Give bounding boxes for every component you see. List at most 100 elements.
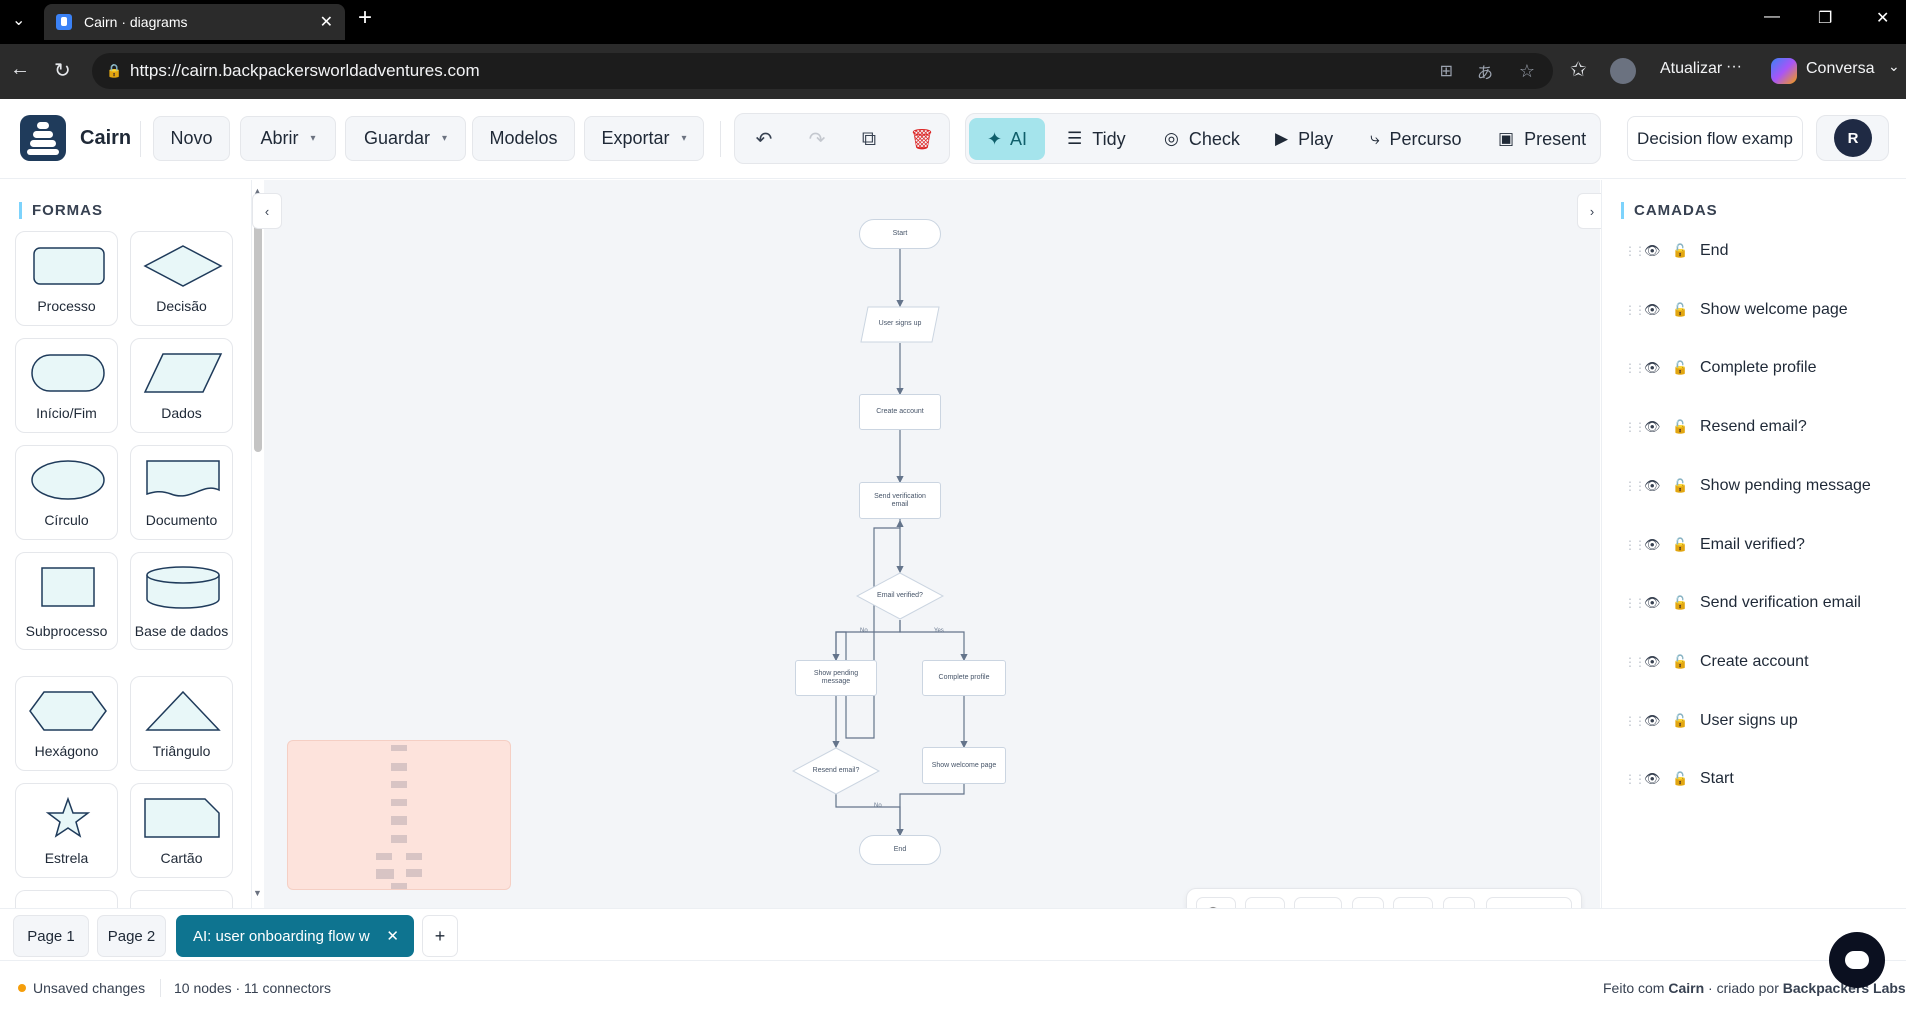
node-show-welcome-page[interactable]: Show welcome page — [922, 747, 1006, 784]
delete-icon[interactable]: 🗑 — [902, 119, 942, 159]
shape-card[interactable]: Cartão — [130, 783, 233, 878]
layer-item[interactable]: ⋮⋮ 👁 🔓 Show welcome page — [1624, 298, 1848, 322]
minimap[interactable] — [287, 740, 511, 890]
drag-handle-icon[interactable]: ⋮⋮ — [1624, 538, 1646, 552]
account-button[interactable]: R — [1816, 115, 1889, 161]
drag-handle-icon[interactable]: ⋮⋮ — [1624, 244, 1646, 258]
shape-subprocess[interactable]: Subprocesso — [15, 552, 118, 650]
diagram-canvas[interactable]: ‹ › Start User signs up Create account S… — [252, 180, 1607, 942]
layer-item[interactable]: ⋮⋮ 👁 🔓 User signs up — [1624, 709, 1798, 733]
scrollbar-thumb[interactable] — [254, 224, 262, 452]
update-button[interactable]: Atualizar — [1660, 60, 1722, 78]
save-button[interactable]: Guardar ▾ — [345, 116, 466, 161]
drag-handle-icon[interactable]: ⋮⋮ — [1624, 772, 1646, 786]
play-button[interactable]: ▶ Play — [1275, 119, 1333, 159]
layer-item[interactable]: ⋮⋮ 👁 🔓 Send verification email — [1624, 591, 1861, 615]
browser-tab[interactable]: Cairn · diagrams ✕ — [44, 4, 345, 40]
path-button[interactable]: ⤷ Percurso — [1370, 119, 1462, 159]
restore-icon[interactable]: ❐ — [1818, 8, 1832, 28]
shape-partial[interactable] — [130, 890, 233, 908]
drag-handle-icon[interactable]: ⋮⋮ — [1624, 361, 1646, 375]
templates-button[interactable]: Modelos — [472, 116, 575, 161]
undo-icon[interactable]: ↶ — [744, 119, 784, 159]
tab-list-icon[interactable]: ⌄ — [12, 10, 25, 30]
window-close-icon[interactable]: ✕ — [1876, 8, 1889, 28]
site-info-icon[interactable]: 🔒 — [106, 63, 122, 79]
node-end[interactable]: End — [859, 835, 941, 865]
shape-document[interactable]: Documento — [130, 445, 233, 540]
redo-icon[interactable]: ↷ — [797, 119, 837, 159]
more-menu-icon[interactable]: ··· — [1726, 58, 1742, 76]
visibility-eye-icon[interactable]: 👁 — [1644, 595, 1672, 611]
shape-hexagon[interactable]: Hexágono — [15, 676, 118, 771]
app-available-icon[interactable]: ⊞ — [1440, 61, 1453, 81]
layer-item[interactable]: ⋮⋮ 👁 🔓 End — [1624, 239, 1728, 263]
layer-item[interactable]: ⋮⋮ 👁 🔓 Start — [1624, 767, 1734, 791]
copilot-label[interactable]: Conversa — [1806, 60, 1874, 78]
node-start[interactable]: Start — [859, 219, 941, 249]
duplicate-icon[interactable]: ⧉ — [849, 119, 889, 159]
shapes-scrollbar[interactable]: ▲ ▼ — [252, 186, 264, 900]
shape-process[interactable]: Processo — [15, 231, 118, 326]
visibility-eye-icon[interactable]: 👁 — [1644, 360, 1672, 376]
shape-data[interactable]: Dados — [130, 338, 233, 433]
profile-avatar[interactable] — [1610, 58, 1636, 84]
layer-item[interactable]: ⋮⋮ 👁 🔓 Resend email? — [1624, 415, 1807, 439]
visibility-eye-icon[interactable]: 👁 — [1644, 771, 1672, 787]
export-button[interactable]: Exportar ▾ — [584, 116, 704, 161]
visibility-eye-icon[interactable]: 👁 — [1644, 243, 1672, 259]
layer-item[interactable]: ⋮⋮ 👁 🔓 Show pending message — [1624, 474, 1871, 498]
lock-open-icon[interactable]: 🔓 — [1672, 243, 1700, 259]
layer-item[interactable]: ⋮⋮ 👁 🔓 Complete profile — [1624, 356, 1817, 380]
refresh-icon[interactable]: ↻ — [54, 58, 71, 83]
shape-star[interactable]: Estrela — [15, 783, 118, 878]
lock-open-icon[interactable]: 🔓 — [1672, 595, 1700, 611]
drag-handle-icon[interactable]: ⋮⋮ — [1624, 714, 1646, 728]
visibility-eye-icon[interactable]: 👁 — [1644, 302, 1672, 318]
favorites-icon[interactable]: ✩ — [1570, 57, 1587, 82]
translate-icon[interactable]: あ — [1477, 59, 1493, 83]
node-resend-email[interactable]: Resend email? — [792, 747, 880, 795]
visibility-eye-icon[interactable]: 👁 — [1644, 478, 1672, 494]
shape-start-end[interactable]: Início/Fim — [15, 338, 118, 433]
node-send-verification-email[interactable]: Send verification email — [859, 482, 941, 519]
lock-open-icon[interactable]: 🔓 — [1672, 419, 1700, 435]
open-button[interactable]: Abrir ▾ — [240, 116, 336, 161]
page-tab-active[interactable]: AI: user onboarding flow w ✕ — [176, 915, 414, 957]
lock-open-icon[interactable]: 🔓 — [1672, 360, 1700, 376]
layer-item[interactable]: ⋮⋮ 👁 🔓 Create account — [1624, 650, 1809, 674]
lock-open-icon[interactable]: 🔓 — [1672, 537, 1700, 553]
node-user-signs-up[interactable]: User signs up — [860, 306, 940, 343]
lock-open-icon[interactable]: 🔓 — [1672, 713, 1700, 729]
new-tab-icon[interactable]: + — [358, 4, 372, 32]
ai-button[interactable]: ✦ AI — [969, 118, 1045, 160]
lock-open-icon[interactable]: 🔓 — [1672, 478, 1700, 494]
url-field[interactable]: 🔒 https://cairn.backpackersworldadventur… — [92, 53, 1553, 89]
present-button[interactable]: ▣ Present — [1498, 119, 1586, 159]
close-tab-icon[interactable]: ✕ — [320, 12, 333, 32]
lock-open-icon[interactable]: 🔓 — [1672, 302, 1700, 318]
drag-handle-icon[interactable]: ⋮⋮ — [1624, 655, 1646, 669]
drag-handle-icon[interactable]: ⋮⋮ — [1624, 420, 1646, 434]
lock-open-icon[interactable]: 🔓 — [1672, 654, 1700, 670]
visibility-eye-icon[interactable]: 👁 — [1644, 419, 1672, 435]
visibility-eye-icon[interactable]: 👁 — [1644, 537, 1672, 553]
shape-triangle[interactable]: Triângulo — [130, 676, 233, 771]
close-page-icon[interactable]: ✕ — [386, 927, 399, 945]
minimize-icon[interactable]: — — [1764, 8, 1780, 26]
node-email-verified[interactable]: Email verified? — [856, 572, 944, 620]
page-tab-2[interactable]: Page 2 — [97, 915, 166, 957]
visibility-eye-icon[interactable]: 👁 — [1644, 654, 1672, 670]
shape-decision[interactable]: Decisão — [130, 231, 233, 326]
shape-circle[interactable]: Círculo — [15, 445, 118, 540]
node-show-pending-message[interactable]: Show pending message — [795, 660, 877, 696]
new-button[interactable]: Novo — [153, 116, 230, 161]
page-tab-1[interactable]: Page 1 — [13, 915, 89, 957]
drag-handle-icon[interactable]: ⋮⋮ — [1624, 303, 1646, 317]
layer-item[interactable]: ⋮⋮ 👁 🔓 Email verified? — [1624, 533, 1805, 557]
visibility-eye-icon[interactable]: 👁 — [1644, 713, 1672, 729]
node-complete-profile[interactable]: Complete profile — [922, 660, 1006, 696]
drag-handle-icon[interactable]: ⋮⋮ — [1624, 479, 1646, 493]
add-page-button[interactable]: + — [422, 915, 458, 957]
chat-button[interactable] — [1829, 932, 1885, 988]
